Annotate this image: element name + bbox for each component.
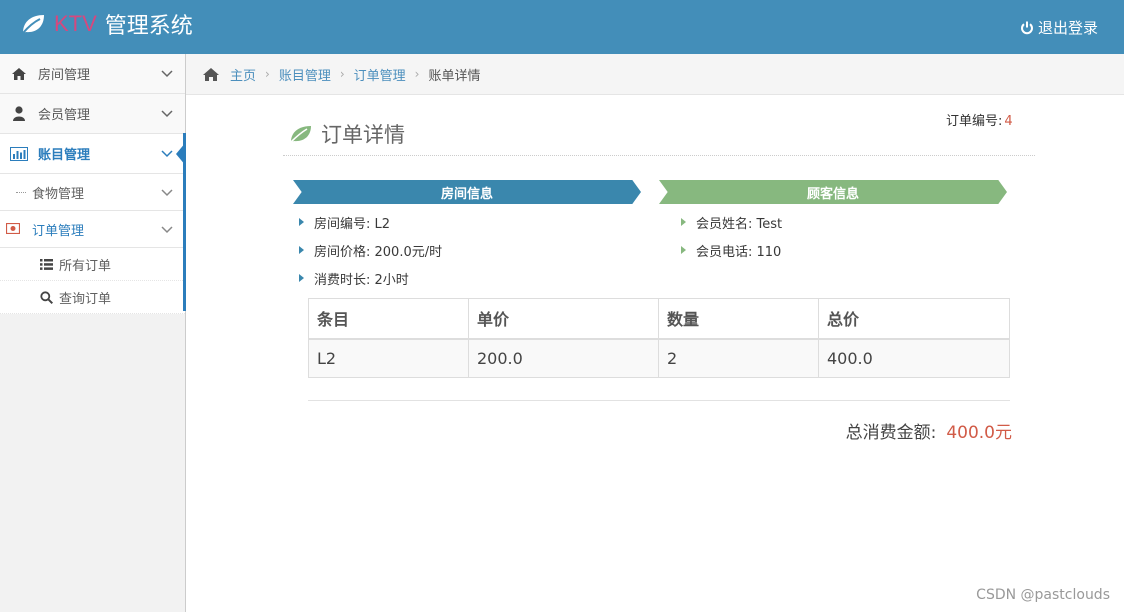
- chevron-down-icon: [161, 226, 173, 234]
- breadcrumb: 主页 › 账目管理 › 订单管理 › 账单详情: [186, 54, 1124, 95]
- divider: [308, 400, 1010, 401]
- brand-ktv: KTV: [54, 11, 97, 36]
- room-price: 房间价格: 200.0元/时: [314, 244, 443, 260]
- caret-right-icon: [681, 246, 686, 254]
- caret-right-icon: [299, 246, 304, 254]
- column-header-item: 条目: [308, 298, 469, 340]
- total-value: 400.0元: [946, 423, 1012, 443]
- chevron-down-icon: [161, 70, 173, 78]
- brand[interactable]: KTV 管理系统: [20, 9, 193, 39]
- list-item: 消费时长: 2小时: [299, 264, 442, 292]
- column-header-quantity: 数量: [658, 298, 819, 340]
- chevron-down-icon: [161, 189, 173, 197]
- breadcrumb-separator: ›: [265, 67, 270, 81]
- list-item: 房间编号: L2: [299, 208, 442, 236]
- list-item: 房间价格: 200.0元/时: [299, 236, 442, 264]
- sidebar-item-label: 所有订单: [59, 258, 112, 274]
- sidebar-subitem-label: 订单管理: [32, 223, 85, 239]
- watermark: CSDN @pastclouds: [976, 587, 1110, 603]
- tree-line: [16, 192, 26, 193]
- sidebar: 房间管理 会员管理 账目管理 食物管理 订单管理 所有订单 查询订单: [0, 54, 186, 612]
- total-label: 总消费金额:: [845, 423, 937, 443]
- sidebar-item-label: 房间管理: [38, 68, 91, 83]
- caret-right-icon: [299, 218, 304, 226]
- cell-item: L2: [308, 338, 469, 378]
- caret-right-icon: [681, 218, 686, 226]
- home-icon: [203, 67, 219, 81]
- caret-right-icon: [299, 274, 304, 282]
- top-navbar: KTV 管理系统 退出登录: [0, 0, 1124, 54]
- sidebar-menu: 房间管理 会员管理 账目管理 食物管理 订单管理 所有订单 查询订单: [0, 54, 186, 314]
- room-info-banner: 房间信息: [293, 180, 641, 204]
- breadcrumb-accounts[interactable]: 账目管理: [279, 65, 331, 84]
- page-title: 订单详情: [321, 122, 405, 147]
- sidebar-item-search-orders[interactable]: 查询订单: [0, 281, 185, 314]
- guest-info-list: 会员姓名: Test 会员电话: 110: [681, 208, 782, 264]
- table-row: L2 200.0 2 400.0: [308, 338, 1010, 378]
- member-phone: 会员电话: 110: [696, 244, 782, 260]
- sidebar-item-all-orders[interactable]: 所有订单: [0, 248, 185, 281]
- leaf-icon: [290, 125, 311, 143]
- list-item: 会员姓名: Test: [681, 208, 782, 236]
- bar-chart-icon: [10, 146, 28, 162]
- search-icon: [40, 290, 53, 304]
- room-number: 房间编号: L2: [314, 216, 391, 232]
- room-info-list: 房间编号: L2 房间价格: 200.0元/时 消费时长: 2小时: [299, 208, 442, 292]
- total-amount: 总消费金额: 400.0元: [846, 418, 1012, 443]
- list-item: 会员电话: 110: [681, 236, 782, 264]
- order-items-table: 条目 单价 数量 总价 L2 200.0 2 400.0: [308, 298, 1010, 378]
- logout-button[interactable]: 退出登录: [1020, 17, 1098, 38]
- member-name: 会员姓名: Test: [696, 216, 783, 232]
- cell-quantity: 2: [658, 338, 819, 378]
- chevron-down-icon: [161, 150, 173, 158]
- breadcrumb-current: 账单详情: [428, 68, 481, 84]
- logout-label: 退出登录: [1037, 19, 1098, 37]
- guest-info-banner: 顾客信息: [659, 180, 1007, 204]
- column-header-total: 总价: [818, 298, 1010, 340]
- sidebar-subitem-orders[interactable]: 订单管理: [0, 211, 185, 248]
- breadcrumb-separator: ›: [414, 67, 420, 81]
- table-header-row: 条目 单价 数量 总价: [308, 298, 1010, 340]
- column-header-unit-price: 单价: [468, 298, 659, 340]
- leaf-icon: [22, 15, 44, 34]
- breadcrumb-home[interactable]: 主页: [230, 65, 256, 84]
- sidebar-item-label: 查询订单: [59, 291, 112, 307]
- page-header: 订单详情: [283, 112, 1035, 156]
- user-icon: [10, 106, 28, 122]
- sidebar-item-label: 会员管理: [38, 108, 91, 123]
- cell-unit-price: 200.0: [468, 338, 659, 378]
- money-icon: [5, 222, 21, 238]
- sidebar-item-members[interactable]: 会员管理: [0, 94, 185, 134]
- brand-title: 管理系统: [104, 14, 193, 39]
- active-indicator: [183, 133, 186, 311]
- breadcrumb-orders[interactable]: 订单管理: [354, 65, 406, 84]
- room-duration: 消费时长: 2小时: [314, 272, 409, 288]
- power-icon: [1021, 21, 1033, 34]
- home-icon: [10, 66, 28, 82]
- breadcrumb-separator: ›: [339, 67, 345, 81]
- sidebar-subitem-label: 食物管理: [32, 186, 85, 202]
- sidebar-subitem-food[interactable]: 食物管理: [0, 174, 185, 211]
- sidebar-item-label: 账目管理: [38, 148, 91, 163]
- sidebar-item-accounts[interactable]: 账目管理: [0, 134, 186, 174]
- cell-total: 400.0: [818, 338, 1010, 378]
- chevron-down-icon: [161, 110, 173, 118]
- sidebar-item-rooms[interactable]: 房间管理: [0, 54, 185, 94]
- list-icon: [40, 258, 53, 270]
